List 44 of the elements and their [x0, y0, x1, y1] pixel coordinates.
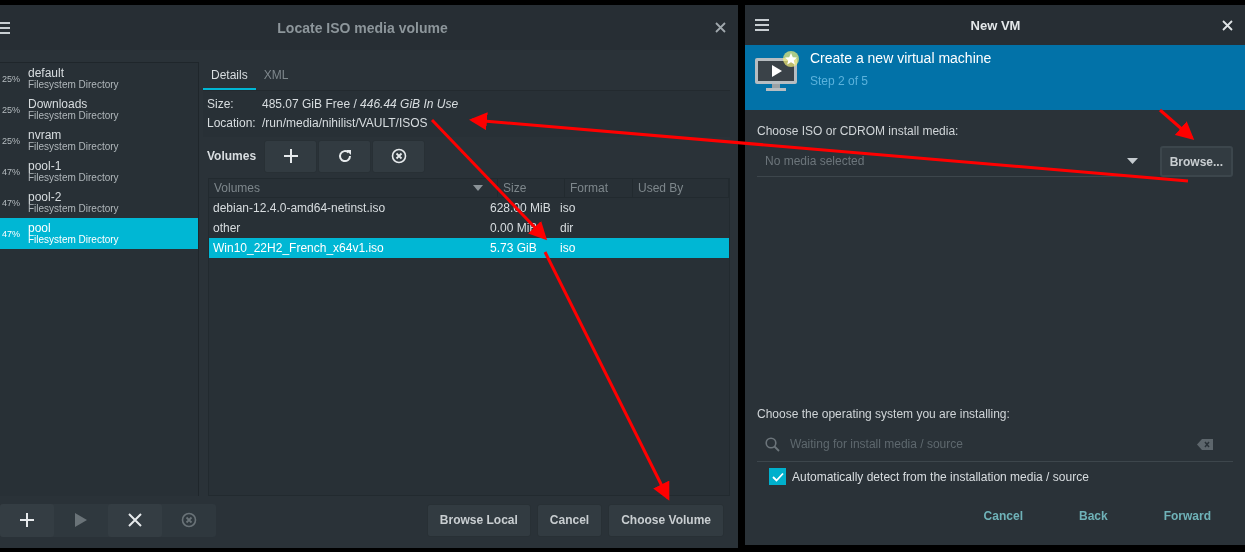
- wizard-button[interactable]: Forward: [1159, 509, 1215, 523]
- plus-icon: [19, 512, 35, 528]
- dialog-button[interactable]: Cancel: [536, 503, 603, 537]
- browse-button[interactable]: Browse...: [1159, 146, 1233, 177]
- monitor-icon: [754, 50, 800, 92]
- play-icon: [74, 512, 88, 528]
- menu-icon[interactable]: [0, 21, 10, 34]
- delete-icon: [390, 148, 407, 164]
- checkbox[interactable]: [769, 468, 786, 485]
- stop-pool-button[interactable]: [108, 503, 162, 537]
- plus-icon: [282, 148, 299, 164]
- dialog-button[interactable]: Browse Local: [426, 503, 531, 537]
- refresh-icon: [336, 148, 353, 164]
- tab[interactable]: XML: [255, 62, 297, 90]
- os-label: Choose the operating system you are installing:: [757, 407, 1011, 421]
- size-value: 485.07 GiB Free / 446.44 GiB In Use: [262, 96, 459, 113]
- add-pool-button[interactable]: [0, 503, 54, 537]
- close-icon[interactable]: [715, 22, 726, 33]
- step-indicator: Step 2 of 5: [810, 74, 870, 88]
- media-label: Choose ISO or CDROM install media:: [757, 124, 960, 138]
- wizard-heading: Create a new virtual machine: [810, 50, 992, 66]
- wizard-button[interactable]: Back: [1074, 509, 1112, 523]
- window-title: Locate ISO media volume: [276, 19, 449, 36]
- column-header[interactable]: Size: [498, 179, 565, 197]
- caret-icon: [1126, 158, 1138, 164]
- volumes-label: Volumes: [206, 149, 258, 163]
- search-icon: [765, 436, 780, 452]
- refresh-button[interactable]: [318, 139, 371, 173]
- window-title: New VM: [969, 17, 1022, 33]
- column-header[interactable]: Format: [565, 179, 633, 197]
- size-label: Size:: [207, 96, 235, 113]
- sort-icon: [473, 185, 483, 191]
- add-volume-button[interactable]: [264, 139, 317, 173]
- column-header[interactable]: Used By: [633, 179, 729, 197]
- column-header[interactable]: Volumes: [209, 179, 498, 197]
- dialog-button[interactable]: Choose Volume: [608, 503, 724, 537]
- x-icon: [127, 512, 143, 528]
- wizard-button[interactable]: Cancel: [979, 509, 1027, 523]
- location-label: Location:: [207, 115, 257, 132]
- location-value: /run/media/nihilist/VAULT/ISOS: [262, 115, 428, 132]
- delete-icon: [181, 512, 197, 528]
- menu-icon[interactable]: [755, 19, 769, 31]
- delete-volume-button[interactable]: [372, 139, 425, 173]
- checkbox-label: Automatically detect from the installation media / source: [792, 469, 1089, 484]
